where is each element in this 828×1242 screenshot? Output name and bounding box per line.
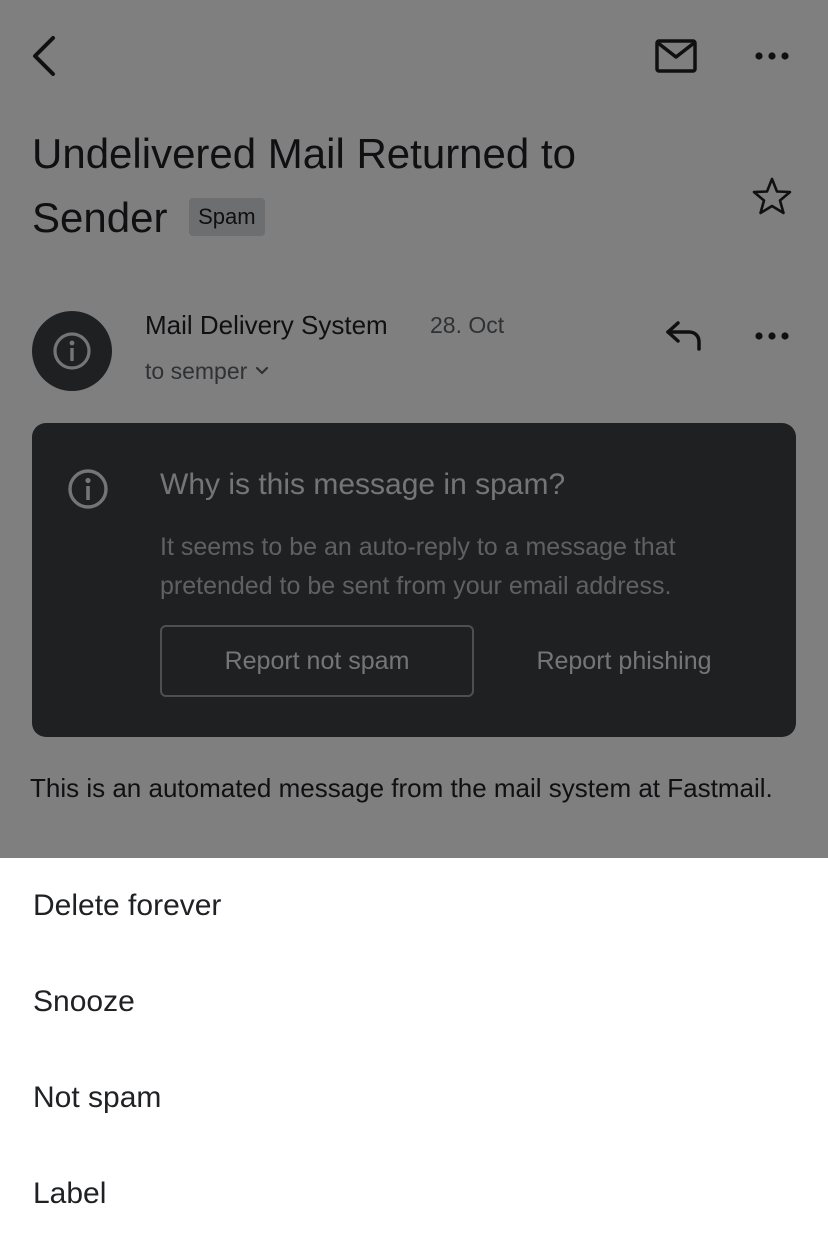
menu-item-not-spam[interactable]: Not spam bbox=[0, 1050, 828, 1146]
dim-overlay[interactable] bbox=[0, 0, 828, 858]
menu-item-label[interactable]: Label bbox=[0, 1146, 828, 1242]
action-sheet: Delete forever Snooze Not spam Label bbox=[0, 858, 828, 1242]
menu-item-delete-forever[interactable]: Delete forever bbox=[0, 858, 828, 954]
menu-item-snooze[interactable]: Snooze bbox=[0, 954, 828, 1050]
